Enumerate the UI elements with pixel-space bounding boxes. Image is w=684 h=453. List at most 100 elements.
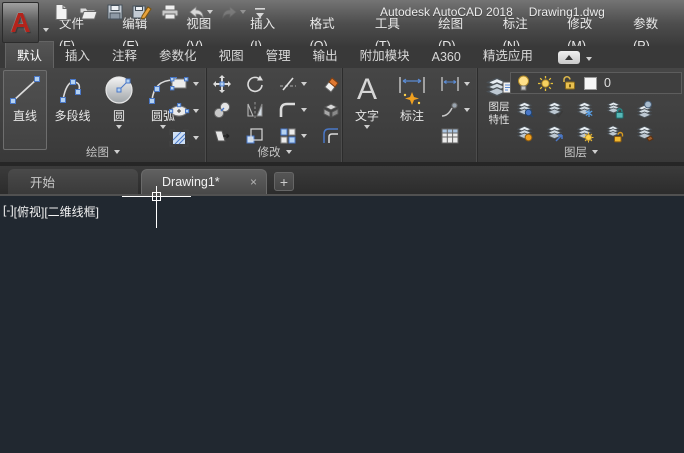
- plot-button[interactable]: [160, 2, 180, 22]
- arc-dropdown-icon[interactable]: [160, 125, 166, 129]
- leader-button[interactable]: [439, 98, 470, 122]
- customize-quick-access-button[interactable]: [254, 2, 266, 22]
- explode-button[interactable]: [321, 100, 341, 120]
- dimension-button[interactable]: 标注: [389, 70, 435, 150]
- layer-make-current-icon[interactable]: [545, 100, 565, 120]
- erase-icon: [324, 77, 339, 93]
- layer-turn-all-on-icon[interactable]: [575, 124, 595, 144]
- layer-panel-label[interactable]: 图层: [478, 144, 684, 160]
- viewport-visual-style-control[interactable]: [二维线框]: [44, 203, 99, 220]
- autocad-window: Autodesk AutoCAD 2018 Drawing1.dwg A 文件 …: [0, 0, 684, 453]
- save-button[interactable]: [106, 2, 124, 22]
- ellipse-button[interactable]: [168, 99, 199, 123]
- ribbon-tab-view[interactable]: 视图: [208, 42, 255, 68]
- ribbon-tab-addins[interactable]: 附加模块: [349, 42, 421, 68]
- ribbon-tab-insert[interactable]: 插入: [54, 42, 101, 68]
- array-button[interactable]: [278, 126, 307, 146]
- layer-lock-icon[interactable]: [605, 100, 625, 120]
- layer-freeze-icon[interactable]: [575, 100, 595, 120]
- ribbon-tab-manage[interactable]: 管理: [255, 42, 302, 68]
- ribbon-tab-output[interactable]: 输出: [302, 42, 349, 68]
- line-button[interactable]: 直线: [3, 70, 47, 150]
- crosshair-pickbox: [152, 192, 161, 201]
- scale-icon: [246, 128, 263, 144]
- rectangle-dropdown-icon[interactable]: [193, 82, 199, 86]
- ellipse-icon: [169, 103, 190, 117]
- linear-dimension-button[interactable]: [439, 72, 470, 96]
- redo-button[interactable]: [221, 2, 246, 22]
- modify-panel-expand-icon: [285, 150, 292, 154]
- open-file-button[interactable]: [78, 2, 98, 22]
- ribbon-tab-annotate[interactable]: 注释: [101, 42, 148, 68]
- file-tab-drawing1[interactable]: Drawing1* ×: [141, 169, 267, 194]
- layer-match-icon[interactable]: [545, 124, 565, 144]
- layer-on-bulb-icon[interactable]: [517, 75, 530, 92]
- move-button[interactable]: [212, 74, 232, 94]
- new-tab-button[interactable]: +: [274, 172, 294, 191]
- annotation-panel-label: [343, 144, 477, 160]
- trim-icon: [280, 77, 296, 91]
- linear-dimension-dropdown-icon[interactable]: [464, 82, 470, 86]
- modify-panel-label[interactable]: 修改: [207, 144, 342, 160]
- ribbon-minimize-button[interactable]: [557, 51, 580, 64]
- layer-sun-icon[interactable]: [537, 75, 554, 92]
- mirror-icon: [247, 102, 263, 118]
- viewport-menu-control[interactable]: [-]: [3, 203, 14, 220]
- ribbon-tab-home[interactable]: 默认: [5, 41, 55, 68]
- layer-unisolate-icon[interactable]: [515, 124, 535, 144]
- layer-merge-icon[interactable]: [635, 124, 655, 144]
- plus-icon: +: [279, 173, 289, 190]
- trim-dropdown-icon[interactable]: [301, 82, 307, 86]
- leader-dropdown-icon[interactable]: [464, 108, 470, 112]
- rotate-button[interactable]: [245, 74, 265, 94]
- close-tab-icon[interactable]: ×: [250, 175, 257, 189]
- draw-panel-label[interactable]: 绘图: [0, 144, 206, 160]
- array-dropdown-icon[interactable]: [301, 134, 307, 138]
- array-icon: [280, 128, 296, 144]
- hatch-dropdown-icon[interactable]: [193, 136, 199, 140]
- save-as-icon: [132, 5, 152, 20]
- move-icon: [213, 75, 231, 93]
- layer-isolate-icon[interactable]: [515, 100, 535, 120]
- ribbon-minimize-dropdown-icon[interactable]: [585, 57, 592, 61]
- ribbon-tab-featured-apps[interactable]: 精选应用: [472, 42, 544, 68]
- layer-properties-label-1: 图层: [488, 101, 510, 113]
- fillet-dropdown-icon[interactable]: [301, 108, 307, 112]
- save-as-button[interactable]: [132, 2, 152, 22]
- undo-button[interactable]: [188, 2, 213, 22]
- viewport-view-control[interactable]: [俯视]: [14, 203, 45, 220]
- ellipse-dropdown-icon[interactable]: [193, 109, 199, 113]
- polyline-button[interactable]: 多段线: [48, 70, 97, 150]
- ribbon-tab-parametric[interactable]: 参数化: [148, 42, 208, 68]
- layer-panel: 图层 特性 0 图层: [478, 68, 684, 162]
- application-menu-dropdown-icon[interactable]: [43, 28, 49, 32]
- application-menu-button[interactable]: A: [2, 2, 39, 43]
- text-dropdown-icon[interactable]: [364, 125, 370, 129]
- redo-dropdown-icon[interactable]: [240, 10, 246, 14]
- layer-unlock-tool-icon[interactable]: [605, 124, 625, 144]
- fillet-button[interactable]: [278, 100, 307, 120]
- stretch-button[interactable]: [212, 126, 232, 146]
- layer-previous-icon[interactable]: [635, 100, 655, 120]
- rectangle-icon: [170, 77, 189, 91]
- scale-button[interactable]: [245, 126, 265, 146]
- circle-dropdown-icon[interactable]: [116, 125, 122, 129]
- trim-button[interactable]: [278, 74, 307, 94]
- text-label: 文字: [354, 109, 379, 123]
- erase-button[interactable]: [321, 74, 341, 94]
- drawing-canvas[interactable]: [-] [俯视] [二维线框]: [0, 196, 684, 453]
- undo-dropdown-icon[interactable]: [207, 10, 213, 14]
- undo-icon: [189, 6, 204, 19]
- offset-icon: [323, 128, 338, 143]
- layer-select-combo[interactable]: 0: [510, 72, 682, 94]
- new-document-button[interactable]: [52, 2, 70, 22]
- file-tab-start[interactable]: 开始: [8, 169, 138, 194]
- layer-color-swatch[interactable]: [584, 76, 597, 90]
- line-icon: [10, 76, 40, 104]
- ribbon-tab-a360[interactable]: A360: [421, 47, 472, 68]
- copy-button[interactable]: [212, 100, 232, 120]
- offset-button[interactable]: [321, 126, 341, 146]
- layer-unlock-icon[interactable]: [561, 75, 577, 91]
- rectangle-button[interactable]: [168, 72, 199, 96]
- mirror-button[interactable]: [245, 100, 265, 120]
